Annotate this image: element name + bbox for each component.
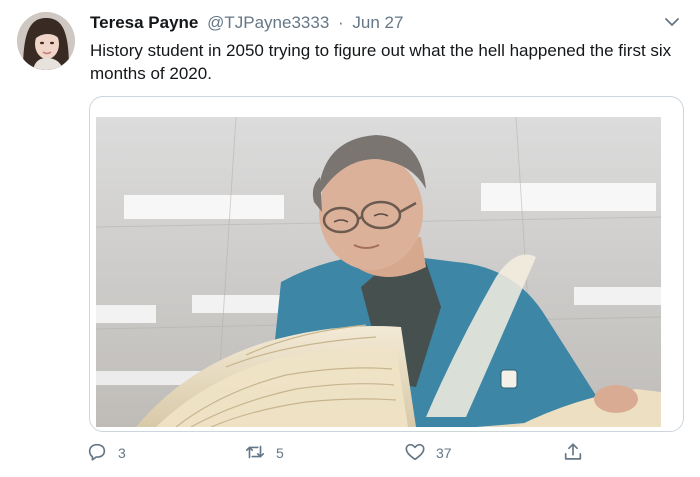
retweet-icon (244, 441, 266, 466)
avatar[interactable] (17, 12, 75, 70)
heart-icon (404, 441, 426, 466)
share-button[interactable] (562, 440, 584, 466)
like-button[interactable]: 37 (404, 440, 452, 466)
tweet[interactable]: Teresa Payne @TJPayne3333 · Jun 27 Histo… (0, 0, 700, 477)
tweet-media[interactable] (89, 96, 684, 432)
retweet-count: 5 (276, 445, 284, 461)
media-photo (96, 117, 661, 427)
chevron-down-icon[interactable] (664, 14, 680, 30)
retweet-button[interactable]: 5 (244, 440, 284, 466)
share-icon (562, 441, 584, 466)
like-count: 37 (436, 445, 452, 461)
author-name[interactable]: Teresa Payne (90, 13, 198, 32)
tweet-date[interactable]: Jun 27 (352, 13, 403, 32)
tweet-header: Teresa Payne @TJPayne3333 · Jun 27 (90, 13, 403, 33)
reply-count: 3 (118, 445, 126, 461)
author-handle[interactable]: @TJPayne3333 (207, 13, 329, 32)
reply-icon (86, 441, 108, 466)
tweet-actions: 3 5 37 (0, 440, 700, 470)
avatar-photo (17, 12, 75, 70)
separator-dot: · (338, 13, 344, 32)
reply-button[interactable]: 3 (86, 440, 126, 466)
tweet-text: History student in 2050 trying to figure… (90, 41, 672, 83)
